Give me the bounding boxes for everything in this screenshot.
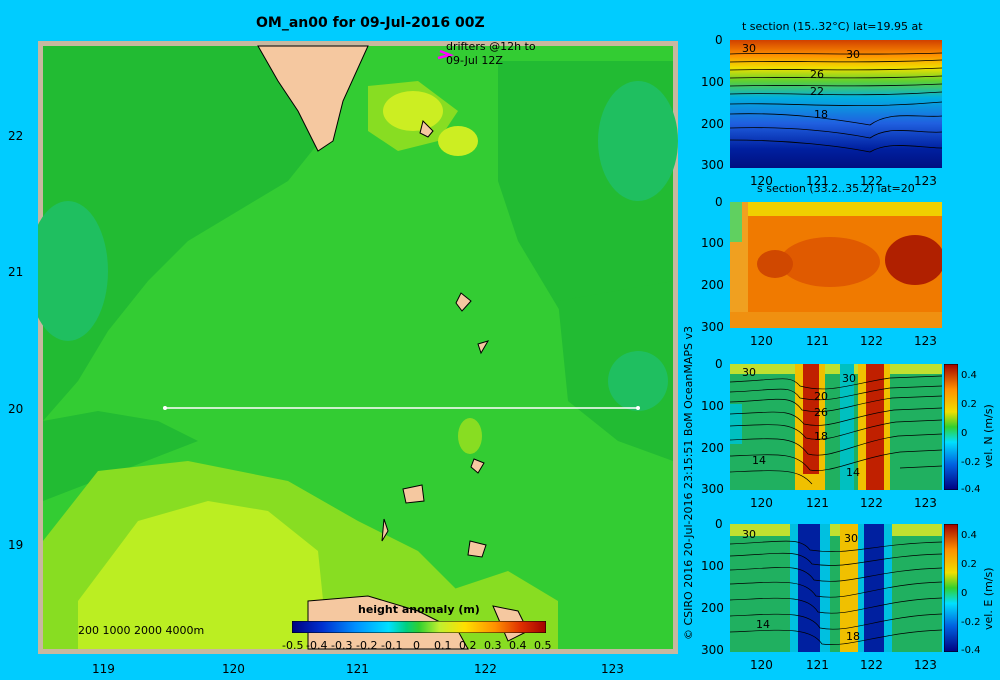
y-tick: 300	[701, 320, 724, 334]
lat-tick: 19	[8, 538, 24, 552]
panel-title-t: t section (15..32°C) lat=19.95 at	[742, 20, 923, 33]
y-tick: 0	[715, 357, 723, 371]
depth-legend: 200 1000 2000 4000m	[78, 624, 205, 637]
cb-tick: -0.1	[381, 639, 403, 652]
contour-label: 22	[810, 85, 824, 98]
cb-tick: 0	[413, 639, 420, 652]
ve-tick: 0.4	[961, 530, 977, 541]
panel-title-s: s section (33.2..35.2) lat=20	[757, 182, 915, 195]
y-tick: 300	[701, 158, 724, 172]
contour-label: 14	[846, 466, 860, 479]
drifters-label: drifters @12h to	[446, 40, 536, 53]
contour-label: 18	[814, 108, 828, 121]
contour-label: 30	[846, 48, 860, 61]
x-tick: 121	[806, 496, 829, 510]
main-map	[38, 41, 678, 654]
contour-label: 14	[752, 454, 766, 467]
x-tick: 123	[914, 658, 937, 672]
ve-tick: 0	[961, 588, 968, 599]
panel-t-section: 30 30 26 22 18	[730, 40, 942, 168]
drifters-label-date: 09-Jul 12Z	[446, 54, 503, 67]
y-tick: 200	[701, 601, 724, 615]
x-tick: 120	[750, 174, 773, 188]
ve-tick: -0.2	[961, 617, 981, 628]
colorbar-ticks: -0.5 -0.4 -0.3 -0.2 -0.1 0 0.1 0.2 0.3 0…	[282, 639, 552, 655]
vel-tick: 0	[961, 428, 968, 439]
vn-colorbar	[944, 364, 958, 490]
lat-tick: 21	[8, 265, 24, 279]
cb-tick: 0.1	[434, 639, 452, 652]
vel-tick: 0.4	[961, 370, 977, 381]
colorbar-title: height anomaly (m)	[358, 603, 480, 616]
contour-label: 18	[846, 630, 860, 643]
lon-tick: 122	[474, 662, 497, 676]
ve-tick: -0.4	[961, 645, 981, 656]
lon-tick: 123	[601, 662, 624, 676]
cb-tick: 0.5	[534, 639, 552, 652]
y-tick: 0	[715, 517, 723, 531]
contour-label: 18	[814, 430, 828, 443]
height-colorbar	[292, 621, 546, 633]
vn-colorbar-label: vel. N (m/s)	[982, 404, 995, 468]
y-tick: 100	[701, 75, 724, 89]
contour-label: 30	[742, 528, 756, 541]
x-tick: 120	[750, 658, 773, 672]
y-tick: 300	[701, 643, 724, 657]
credit-text: © CSIRO 2016 20-Jul-2016 23:15:51 BoM Oc…	[682, 326, 695, 640]
cb-tick: -0.4	[306, 639, 328, 652]
contour-label: 30	[742, 366, 756, 379]
x-tick: 122	[860, 658, 883, 672]
lon-tick: 119	[92, 662, 115, 676]
y-tick: 0	[715, 195, 723, 209]
y-tick: 100	[701, 236, 724, 250]
x-tick: 123	[914, 496, 937, 510]
y-tick: 300	[701, 482, 724, 496]
x-tick: 123	[914, 334, 937, 348]
x-tick: 120	[750, 496, 773, 510]
cb-tick: -0.3	[331, 639, 353, 652]
cb-tick: -0.2	[356, 639, 378, 652]
vel-tick: 0.2	[961, 399, 977, 410]
x-tick: 120	[750, 334, 773, 348]
cb-tick: -0.5	[282, 639, 304, 652]
ve-colorbar	[944, 524, 958, 652]
contour-label: 30	[742, 42, 756, 55]
x-tick: 123	[914, 174, 937, 188]
x-tick: 122	[860, 334, 883, 348]
y-tick: 200	[701, 117, 724, 131]
map-title: OM_an00 for 09-Jul-2016 00Z	[256, 15, 485, 31]
ve-colorbar-label: vel. E (m/s)	[982, 567, 995, 630]
vel-tick: -0.4	[961, 484, 981, 495]
y-tick: 200	[701, 278, 724, 292]
panel-vn-section: 30 30 20 26 18 14 14	[730, 364, 942, 490]
x-tick: 121	[806, 658, 829, 672]
lat-tick: 20	[8, 402, 24, 416]
contour-label: 30	[844, 532, 858, 545]
ve-tick: 0.2	[961, 559, 977, 570]
contour-label: 30	[842, 372, 856, 385]
contour-label: 14	[756, 618, 770, 631]
cb-tick: 0.4	[509, 639, 527, 652]
y-tick: 100	[701, 399, 724, 413]
x-tick: 121	[806, 174, 829, 188]
lon-tick: 121	[346, 662, 369, 676]
y-tick: 200	[701, 441, 724, 455]
cb-tick: 0.2	[459, 639, 477, 652]
x-tick: 121	[806, 334, 829, 348]
y-tick: 0	[715, 33, 723, 47]
panel-s-section	[730, 202, 942, 328]
x-tick: 122	[860, 496, 883, 510]
panel-ve-section: 30 30 14 18	[730, 524, 942, 652]
y-tick: 100	[701, 559, 724, 573]
lon-tick: 120	[222, 662, 245, 676]
contour-label: 26	[814, 406, 828, 419]
contour-label: 26	[810, 68, 824, 81]
lat-tick: 22	[8, 129, 24, 143]
contour-label: 20	[814, 390, 828, 403]
vel-tick: -0.2	[961, 457, 981, 468]
x-tick: 122	[860, 174, 883, 188]
cb-tick: 0.3	[484, 639, 502, 652]
